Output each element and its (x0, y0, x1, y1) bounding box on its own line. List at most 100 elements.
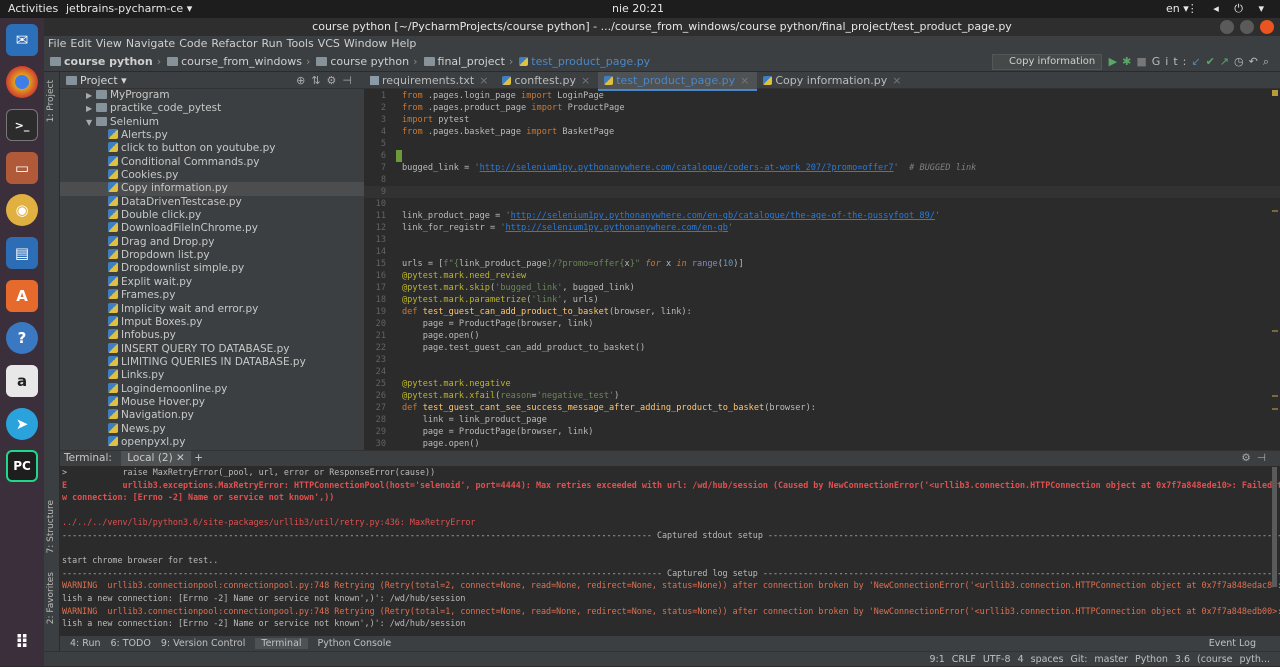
code-line[interactable]: 11 link_product_page = 'http://selenium1p… (364, 210, 1280, 222)
app-menu[interactable]: jetbrains-pycharm-ce ▾ (66, 2, 192, 15)
collapse-icon[interactable]: ⇅ (311, 74, 326, 87)
git-commit-icon[interactable]: ✔ (1206, 55, 1220, 68)
tree-file[interactable]: Double click.py (60, 209, 364, 222)
amazon-icon[interactable]: a (6, 365, 38, 397)
revert-icon[interactable]: ↶ (1249, 55, 1263, 68)
writer-icon[interactable]: ▤ (6, 237, 38, 269)
code-line[interactable]: 6 (364, 150, 1280, 162)
code-line[interactable]: 14 (364, 246, 1280, 258)
code-line[interactable]: 7 bugged_link = 'http://selenium1py.pytho… (364, 162, 1280, 174)
tree-file[interactable]: Implicity wait and error.py (60, 302, 364, 316)
code-line[interactable]: 17 @pytest.mark.skip('bugged_link', bugge… (364, 282, 1280, 294)
tree-file[interactable]: Drag and Drop.py (60, 235, 364, 249)
menu-refactor[interactable]: Refactor (211, 37, 257, 50)
search-icon[interactable]: ⌕ (1263, 55, 1274, 68)
tree-file[interactable]: Conditional Commands.py (60, 155, 364, 169)
gear-icon[interactable]: ⚙ (327, 74, 343, 87)
version-control-tool-button[interactable]: 9: Version Control (161, 638, 246, 649)
code-line[interactable]: 30 page.open() (364, 438, 1280, 450)
tree-file[interactable]: Dropdown list.py (60, 249, 364, 262)
telegram-icon[interactable]: ➤ (6, 408, 38, 440)
minimize-button[interactable] (1220, 20, 1234, 34)
tree-file[interactable]: Copy information.py (60, 182, 364, 196)
tree-file[interactable]: Imput Boxes.py (60, 315, 364, 329)
run-tool-button[interactable]: 4: Run (70, 638, 100, 649)
tab-conftest-py[interactable]: conftest.py × (496, 72, 598, 89)
stop-icon[interactable]: ■ (1136, 55, 1151, 68)
menu-run[interactable]: Run (262, 37, 283, 50)
menu-window[interactable]: Window (344, 37, 387, 50)
system-tray[interactable]: ⋮ ◂ ⏻ ▾ (1187, 2, 1270, 16)
project-tool-tab[interactable]: 1: Project (46, 80, 56, 122)
chrome-icon[interactable] (6, 66, 38, 98)
code-line[interactable]: 10 (364, 198, 1280, 210)
language-indicator[interactable]: en ▾ (1166, 2, 1189, 15)
tree-file[interactable]: DataDrivenTestcase.py (60, 195, 364, 209)
favorites-tool-tab[interactable]: 2: Favorites (46, 572, 56, 624)
menu-tools[interactable]: Tools (287, 37, 314, 50)
run-icon[interactable]: ▶ (1109, 55, 1122, 68)
help-icon[interactable]: ? (6, 322, 38, 354)
chevron-right-icon[interactable]: ▶ (86, 102, 96, 115)
code-line[interactable]: 26 @pytest.mark.xfail(reason='negative_te… (364, 390, 1280, 402)
code-line[interactable]: 22 page.test_guest_can_add_product_to_ba… (364, 342, 1280, 354)
python-console-tool-button[interactable]: Python Console (318, 638, 392, 649)
new-terminal-icon[interactable]: + (194, 452, 203, 464)
code-line[interactable]: 13 (364, 234, 1280, 246)
tab-requirements-txt[interactable]: requirements.txt × (364, 72, 496, 89)
menu-help[interactable]: Help (391, 37, 416, 50)
code-line[interactable]: 2 from .pages.product_page import Product… (364, 102, 1280, 114)
python-interpreter[interactable]: Python 3.6 (course pyth... (1135, 654, 1270, 665)
menu-navigate[interactable]: Navigate (126, 37, 175, 50)
tree-file[interactable]: Cookies.py (60, 169, 364, 182)
locate-icon[interactable]: ⊕ (296, 74, 311, 87)
menu-vcs[interactable]: VCS (318, 37, 340, 50)
code-line[interactable]: 27 def test_guest_cant_see_success_messag… (364, 402, 1280, 414)
terminal-tab-local[interactable]: Local (2) ✕ (121, 451, 191, 466)
run-configuration-select[interactable]: Copy information ▾ (992, 54, 1102, 81)
debug-icon[interactable]: ✱ (1122, 55, 1136, 68)
tree-file[interactable]: Explit wait.py (60, 275, 364, 289)
tree-file[interactable]: DownloadFileInChrome.py (60, 222, 364, 235)
error-stripe[interactable] (1270, 90, 1280, 450)
code-line[interactable]: 3 import pytest (364, 114, 1280, 126)
hide-icon[interactable]: ⊣ (1257, 452, 1272, 464)
menu-file[interactable]: File (48, 37, 66, 50)
history-icon[interactable]: ◷ (1234, 55, 1249, 68)
tree-file[interactable]: Alerts.py (60, 129, 364, 142)
activities-button[interactable]: Activities (8, 2, 58, 15)
tree-file[interactable]: Mouse Hover.py (60, 395, 364, 409)
line-separator[interactable]: CRLF (952, 654, 976, 665)
breadcrumb-item[interactable]: course python (50, 55, 153, 68)
tree-file[interactable]: News.py (60, 422, 364, 436)
menu-code[interactable]: Code (179, 37, 207, 50)
tree-file[interactable]: LIMITING QUERIES IN DATABASE.py (60, 355, 364, 369)
gear-icon[interactable]: ⚙ (1241, 452, 1256, 464)
tree-file[interactable]: openpyxl.py (60, 435, 364, 449)
menu-edit[interactable]: Edit (70, 37, 91, 50)
tree-folder[interactable]: ▶ MyProgram (60, 89, 364, 102)
code-line[interactable]: 8 (364, 174, 1280, 186)
code-line[interactable]: 19 def test_guest_can_add_product_to_bask… (364, 306, 1280, 318)
hide-icon[interactable]: ⊣ (342, 74, 358, 87)
git-branch[interactable]: Git: master (1070, 654, 1127, 665)
project-panel-title[interactable]: Project (80, 74, 118, 87)
rhythmbox-icon[interactable]: ◉ (6, 194, 38, 226)
close-icon[interactable]: × (479, 74, 488, 87)
tree-file[interactable]: Dropdownlist simple.py (60, 262, 364, 275)
close-icon[interactable]: × (740, 74, 749, 87)
terminal-icon[interactable]: >_ (6, 109, 38, 141)
code-area[interactable]: 1 from .pages.login_page import LoginPage… (364, 90, 1280, 450)
code-line[interactable]: 29 page = ProductPage(browser, link) (364, 426, 1280, 438)
close-icon[interactable]: × (892, 74, 901, 87)
close-button[interactable] (1260, 20, 1274, 34)
code-line[interactable]: 1 from .pages.login_page import LoginPage (364, 90, 1280, 102)
tab-test-product-page-py[interactable]: test_product_page.py × (598, 72, 758, 91)
terminal-output[interactable]: > raise MaxRetryError(_pool, url, error … (60, 466, 1280, 630)
breadcrumb-item[interactable]: course_from_windows (167, 55, 302, 68)
code-line[interactable]: 23 (364, 354, 1280, 366)
code-line[interactable]: 12 link_for_registr = 'http://selenium1py… (364, 222, 1280, 234)
caret-position[interactable]: 9:1 (929, 654, 944, 665)
close-icon[interactable]: × (581, 74, 590, 87)
files-icon[interactable]: ▭ (6, 152, 38, 184)
